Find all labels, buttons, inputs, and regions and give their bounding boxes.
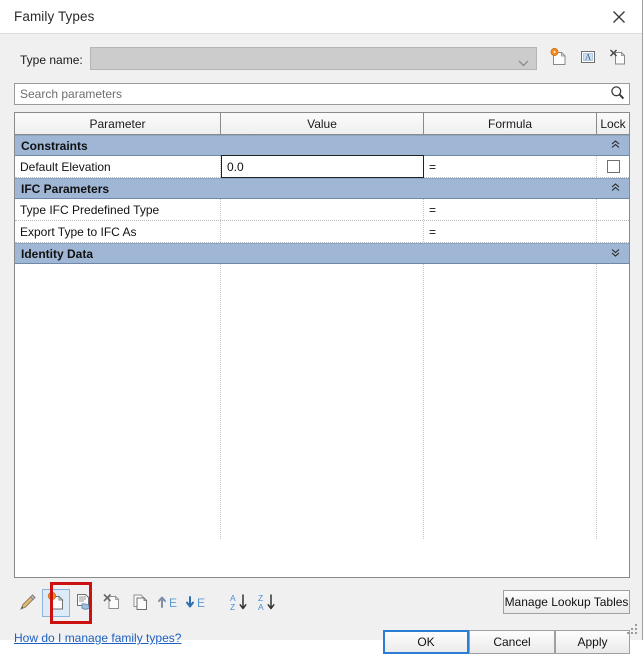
svg-text:A: A <box>258 602 264 612</box>
cell-parameter: Export Type to IFC As <box>15 221 221 242</box>
close-icon <box>612 10 626 24</box>
resize-grip[interactable] <box>626 624 638 636</box>
column-header-parameter[interactable]: Parameter <box>15 113 221 134</box>
remove-parameter-icon <box>73 591 95 616</box>
filler-column-value <box>221 264 424 539</box>
delete-type-icon <box>608 47 628 70</box>
search-icon <box>610 85 625 103</box>
group-label: IFC Parameters <box>21 181 110 196</box>
sort-descending-button[interactable]: Z A <box>252 589 280 617</box>
family-types-dialog: Family Types Type name: A Search paramet… <box>0 0 643 654</box>
apply-button[interactable]: Apply <box>555 630 630 654</box>
cell-value[interactable] <box>221 221 424 242</box>
grid-header-row: Parameter Value Formula Lock <box>15 113 629 135</box>
cell-lock[interactable] <box>597 199 629 220</box>
column-header-formula[interactable]: Formula <box>424 113 597 134</box>
manage-lookup-tables-button[interactable]: Manage Lookup Tables <box>503 590 630 614</box>
table-row[interactable]: Export Type to IFC As = <box>15 221 629 243</box>
cell-value[interactable] <box>221 199 424 220</box>
rename-type-icon: A <box>578 47 598 70</box>
group-header-constraints[interactable]: Constraints <box>15 135 629 156</box>
new-parameter-button[interactable] <box>42 589 70 617</box>
filler-column-formula <box>424 264 597 539</box>
help-link[interactable]: How do I manage family types? <box>14 631 181 645</box>
sort-descending-icon: Z A <box>254 591 278 616</box>
group-header-ifc-parameters[interactable]: IFC Parameters <box>15 178 629 199</box>
cell-parameter: Default Elevation <box>15 156 221 177</box>
title-bar: Family Types <box>0 0 642 34</box>
dialog-body: Type name: A Search parameters Parameter… <box>0 34 643 654</box>
rename-type-button[interactable]: A <box>575 45 601 71</box>
grid-empty-area <box>15 264 629 539</box>
table-row[interactable]: Default Elevation = 0.0 <box>15 155 629 178</box>
cancel-button[interactable]: Cancel <box>469 630 555 654</box>
delete-parameter-button[interactable] <box>98 589 126 617</box>
sort-ascending-button[interactable]: A Z <box>224 589 252 617</box>
move-parameter-up-icon: E <box>156 591 180 616</box>
cell-parameter: Type IFC Predefined Type <box>15 199 221 220</box>
lock-checkbox[interactable] <box>606 160 620 173</box>
edit-parameter-icon <box>17 591 39 616</box>
ok-button[interactable]: OK <box>383 630 469 654</box>
column-header-lock[interactable]: Lock <box>597 113 629 134</box>
edit-parameter-button[interactable] <box>14 589 42 617</box>
type-name-combobox[interactable] <box>90 47 537 70</box>
svg-text:Z: Z <box>230 602 235 612</box>
duplicate-parameter-button[interactable] <box>126 589 154 617</box>
filler-column-parameter <box>15 264 221 539</box>
search-parameters-box[interactable]: Search parameters <box>14 83 630 105</box>
table-row[interactable]: Type IFC Predefined Type = <box>15 199 629 221</box>
search-input[interactable]: Search parameters <box>20 87 122 101</box>
move-parameter-down-button[interactable]: E <box>182 589 210 617</box>
sort-ascending-icon: A Z <box>226 591 250 616</box>
group-header-identity-data[interactable]: Identity Data <box>15 243 629 264</box>
svg-text:A: A <box>585 52 591 61</box>
cell-lock[interactable] <box>597 156 629 177</box>
chevron-up-icon[interactable] <box>611 183 620 194</box>
delete-parameter-icon <box>101 591 123 616</box>
delete-type-button[interactable] <box>605 45 631 71</box>
column-header-value[interactable]: Value <box>221 113 424 134</box>
cell-formula[interactable]: = <box>424 199 597 220</box>
move-parameter-down-icon: E <box>184 591 208 616</box>
cell-lock[interactable] <box>597 221 629 242</box>
svg-text:E: E <box>197 596 205 610</box>
chevron-down-icon[interactable] <box>611 248 620 259</box>
cell-formula[interactable]: = <box>424 156 597 177</box>
new-parameter-icon <box>45 591 67 616</box>
new-type-icon <box>548 47 568 70</box>
chevron-up-icon[interactable] <box>611 140 620 151</box>
window-title: Family Types <box>14 9 95 24</box>
type-name-row: Type name: A <box>0 45 643 77</box>
new-type-button[interactable] <box>545 45 571 71</box>
search-button[interactable] <box>608 85 627 103</box>
remove-parameter-button[interactable] <box>70 589 98 617</box>
close-button[interactable] <box>596 0 642 33</box>
filler-column-lock <box>597 264 629 539</box>
parameter-grid: Parameter Value Formula Lock Constraints… <box>14 112 630 578</box>
cell-formula[interactable]: = <box>424 221 597 242</box>
duplicate-parameter-icon <box>129 591 151 616</box>
move-parameter-up-button[interactable]: E <box>154 589 182 617</box>
group-label: Constraints <box>21 138 88 153</box>
value-edit-field[interactable]: 0.0 <box>221 155 424 178</box>
svg-text:E: E <box>169 596 177 610</box>
parameter-toolbar: E E A Z Z A <box>14 582 280 624</box>
group-label: Identity Data <box>21 246 94 261</box>
chevron-down-icon <box>518 56 529 70</box>
type-name-label: Type name: <box>20 53 83 67</box>
